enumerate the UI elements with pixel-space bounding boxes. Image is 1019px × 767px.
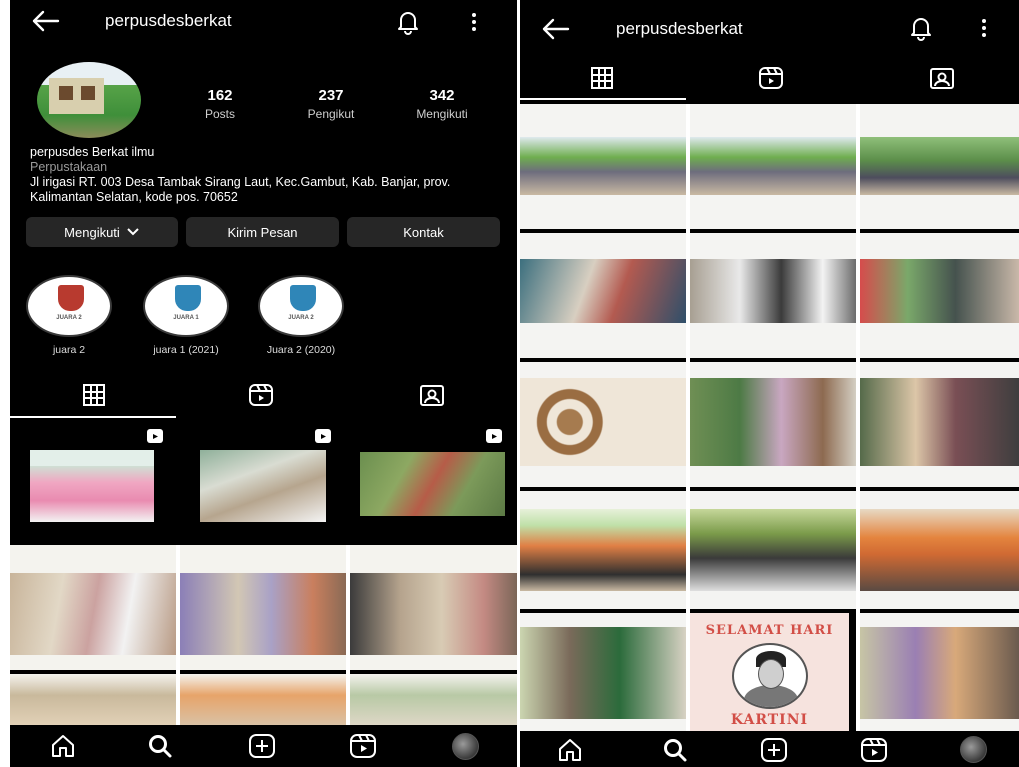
highlight-badge: JUARA 1 bbox=[173, 315, 199, 321]
bottom-nav bbox=[10, 725, 517, 767]
bottom-nav bbox=[520, 731, 1019, 767]
post-tile[interactable] bbox=[520, 613, 686, 731]
stat-label: Mengikuti bbox=[416, 107, 468, 121]
profile-avatar[interactable] bbox=[37, 62, 141, 138]
highlight-label: juara 1 (2021) bbox=[153, 344, 219, 356]
stat-value: 237 bbox=[318, 87, 344, 104]
highlight-label: juara 2 bbox=[52, 344, 86, 356]
profile-avatar-icon[interactable] bbox=[960, 736, 987, 763]
active-tab-indicator bbox=[10, 416, 176, 418]
post-tile[interactable] bbox=[860, 233, 1019, 358]
kartini-title: SELAMAT HARI bbox=[705, 623, 834, 638]
reels-icon[interactable] bbox=[248, 383, 274, 407]
contact-button[interactable]: Kontak bbox=[347, 217, 500, 247]
post-tile[interactable] bbox=[860, 491, 1019, 609]
portrait-illustration bbox=[732, 643, 808, 709]
highlight-badge: JUARA 2 bbox=[56, 315, 82, 321]
reels-nav-icon[interactable] bbox=[860, 737, 888, 763]
profile-screen-left: perpusdesberkat 162 Posts 237 Pengikut 3… bbox=[10, 0, 517, 767]
contact-label: Kontak bbox=[403, 224, 444, 240]
post-tile[interactable] bbox=[180, 545, 346, 670]
highlight-badge: JUARA 2 bbox=[288, 315, 314, 321]
post-tile[interactable] bbox=[520, 362, 686, 487]
more-icon[interactable] bbox=[981, 18, 987, 38]
profile-screen-right: perpusdesberkat SELAMAT HARI KARTINI bbox=[520, 0, 1019, 767]
stat-following[interactable]: 342 Mengikuti bbox=[402, 87, 482, 121]
shield-icon bbox=[290, 285, 316, 311]
profile-address: Jl irigasi RT. 003 Desa Tambak Sirang La… bbox=[30, 175, 451, 204]
search-icon[interactable] bbox=[662, 737, 688, 763]
grid-icon[interactable] bbox=[590, 66, 614, 90]
chevron-down-icon bbox=[127, 228, 139, 236]
stat-value: 162 bbox=[207, 87, 233, 104]
tagged-icon[interactable] bbox=[419, 383, 445, 407]
following-button[interactable]: Mengikuti bbox=[26, 217, 178, 247]
post-tile[interactable] bbox=[860, 362, 1019, 487]
back-arrow-icon[interactable] bbox=[30, 8, 60, 34]
post-tile[interactable] bbox=[860, 104, 1019, 229]
highlight-juara-2-2020[interactable]: JUARA 2 bbox=[258, 275, 344, 337]
post-tile[interactable] bbox=[200, 450, 326, 522]
profile-name: perpusdes Berkat ilmu bbox=[30, 145, 155, 159]
tagged-icon[interactable] bbox=[929, 66, 955, 90]
post-tile[interactable] bbox=[860, 613, 1019, 731]
post-tile[interactable] bbox=[360, 452, 505, 516]
profile-avatar-icon[interactable] bbox=[452, 733, 479, 760]
reels-badge-icon bbox=[147, 429, 163, 443]
post-tile[interactable] bbox=[520, 104, 686, 229]
post-tile[interactable] bbox=[350, 674, 517, 727]
post-tile[interactable] bbox=[30, 450, 154, 522]
post-tile[interactable] bbox=[690, 104, 856, 229]
post-tile[interactable] bbox=[10, 545, 176, 670]
highlight-juara-2[interactable]: JUARA 2 bbox=[26, 275, 112, 337]
kartini-name: KARTINI bbox=[730, 712, 809, 728]
stat-value: 342 bbox=[429, 87, 455, 104]
top-bar: perpusdesberkat bbox=[10, 0, 517, 46]
post-tile[interactable] bbox=[10, 674, 176, 727]
shield-icon bbox=[175, 285, 201, 311]
back-arrow-icon[interactable] bbox=[540, 16, 570, 42]
post-tile-kartini[interactable]: SELAMAT HARI KARTINI bbox=[690, 613, 849, 731]
shield-icon bbox=[58, 285, 84, 311]
reels-badge-icon bbox=[315, 429, 331, 443]
post-tile[interactable] bbox=[180, 674, 346, 727]
message-button[interactable]: Kirim Pesan bbox=[186, 217, 339, 247]
stat-followers[interactable]: 237 Pengikut bbox=[291, 87, 371, 121]
top-bar: perpusdesberkat bbox=[520, 0, 1019, 46]
username: perpusdesberkat bbox=[105, 11, 232, 30]
post-tile[interactable] bbox=[350, 545, 517, 670]
add-icon[interactable] bbox=[760, 737, 788, 763]
post-tile[interactable] bbox=[690, 233, 856, 358]
home-icon[interactable] bbox=[557, 737, 583, 763]
highlight-label: Juara 2 (2020) bbox=[266, 344, 336, 356]
post-tile[interactable] bbox=[520, 233, 686, 358]
reels-icon[interactable] bbox=[758, 66, 784, 90]
post-tile[interactable] bbox=[520, 491, 686, 609]
stat-label: Posts bbox=[204, 107, 235, 121]
bell-icon[interactable] bbox=[908, 15, 934, 41]
reels-nav-icon[interactable] bbox=[349, 733, 377, 759]
reels-badge-icon bbox=[486, 429, 502, 443]
home-icon[interactable] bbox=[50, 733, 76, 759]
following-label: Mengikuti bbox=[64, 224, 120, 240]
message-label: Kirim Pesan bbox=[227, 224, 298, 240]
more-icon[interactable] bbox=[471, 12, 477, 32]
post-tile[interactable] bbox=[690, 362, 856, 487]
grid-icon[interactable] bbox=[82, 383, 106, 407]
highlight-juara-1-2021[interactable]: JUARA 1 bbox=[143, 275, 229, 337]
bell-icon[interactable] bbox=[395, 9, 421, 35]
username: perpusdesberkat bbox=[616, 19, 743, 38]
post-tile[interactable] bbox=[690, 491, 856, 609]
profile-category: Perpustakaan bbox=[30, 160, 108, 174]
stat-label: Pengikut bbox=[307, 107, 355, 121]
active-tab-indicator bbox=[520, 98, 686, 100]
stat-posts[interactable]: 162 Posts bbox=[180, 87, 260, 121]
add-icon[interactable] bbox=[248, 733, 276, 759]
search-icon[interactable] bbox=[147, 733, 173, 759]
